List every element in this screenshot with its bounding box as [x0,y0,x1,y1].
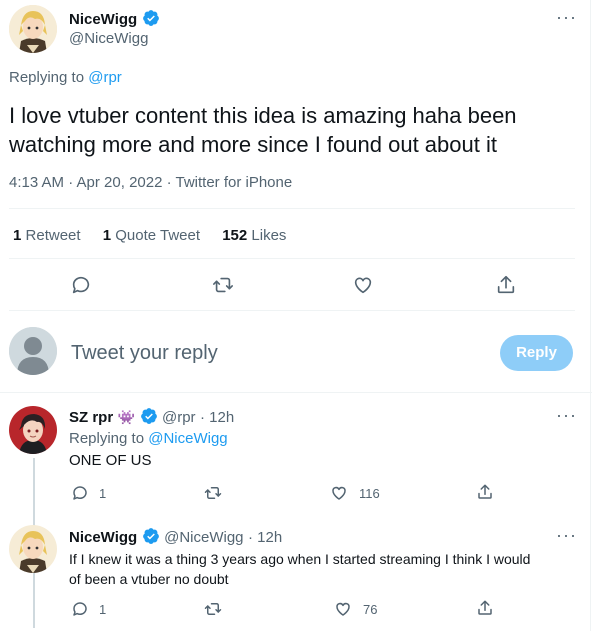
like-icon[interactable] [330,484,348,502]
more-options-icon[interactable]: ··· [556,406,577,424]
page-right-border [590,0,591,631]
replying-to-link[interactable]: @NiceWigg [148,430,227,447]
like-icon[interactable] [352,274,374,296]
reply-button[interactable]: Reply [500,335,573,371]
like-count: 116 [359,486,380,501]
reply-icon[interactable] [71,484,89,502]
quote-tweets-stat[interactable]: 1 Quote Tweet [103,227,204,244]
reply-author-avatar[interactable] [9,406,57,454]
author-avatar[interactable] [9,5,57,53]
verified-badge-icon [140,407,158,430]
verified-badge-icon [142,527,160,550]
author-name[interactable]: NiceWigg [69,11,137,28]
reply-time[interactable]: · 12h [248,529,282,546]
retweets-stat[interactable]: 1 Retweet [13,227,85,244]
reply-text: ONE OF US [69,452,152,469]
tweet-text: I love vtuber content this idea is amazi… [9,103,517,157]
verified-badge-icon [142,9,160,32]
retweet-icon[interactable] [203,484,223,502]
reply-count: 1 [99,602,107,617]
replying-to: Replying to @rpr [9,69,122,86]
default-avatar [9,327,57,375]
reply-time[interactable]: · 12h [200,409,234,426]
more-options-icon[interactable]: ··· [556,526,577,544]
reply-author-handle[interactable]: @rpr [162,409,196,426]
tweet-timestamp[interactable]: 4:13 AM · Apr 20, 2022 · Twitter for iPh… [9,174,292,191]
reply-text: If I knew it was a thing 3 years ago whe… [69,551,531,587]
reply-input[interactable]: Tweet your reply [71,342,218,365]
more-options-icon[interactable]: ··· [556,8,577,26]
likes-stat[interactable]: 152 Likes [222,227,286,244]
reply-icon[interactable] [70,274,92,296]
reply-author-name[interactable]: SZ rpr [69,409,113,426]
author-handle[interactable]: @NiceWigg [69,30,148,47]
reply-author-handle[interactable]: @NiceWigg [164,529,243,546]
share-icon[interactable] [476,599,494,617]
replying-to: Replying to @NiceWigg [69,430,228,447]
reply-author-avatar[interactable] [9,525,57,573]
reply-count: 1 [99,486,107,501]
like-icon[interactable] [334,600,352,618]
alien-monster-icon: 👾 [117,409,136,425]
share-icon[interactable] [476,483,494,501]
share-icon[interactable] [495,274,517,296]
reply-icon[interactable] [71,600,89,618]
retweet-icon[interactable] [203,600,223,618]
replying-to-link[interactable]: @rpr [88,69,122,86]
like-count: 76 [363,602,378,617]
reply-author-name[interactable]: NiceWigg [69,529,137,546]
retweet-icon[interactable] [211,274,235,296]
